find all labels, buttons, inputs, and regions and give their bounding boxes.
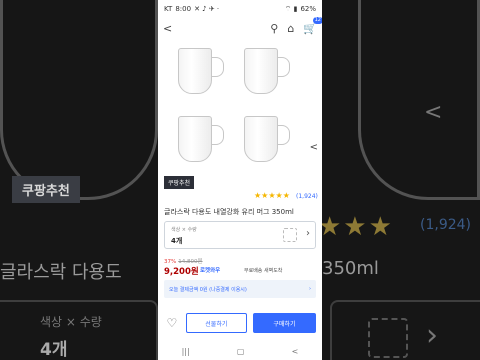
- bg-recommend-badge: 쿠팡추천: [12, 176, 80, 203]
- bg-option-value: 4개: [40, 340, 68, 360]
- recent-apps-icon[interactable]: |||: [182, 347, 190, 356]
- battery-level: 62%: [300, 5, 316, 13]
- phone-screen: KT 8:00 ✕ ♪ ✈ · ⌔ ▮ 62% < ⚲ ⌂ 🛒 12 < 쿠팡추천…: [158, 0, 322, 360]
- share-icon[interactable]: <: [310, 142, 318, 153]
- carrier: KT: [164, 5, 173, 13]
- product-image[interactable]: <: [158, 38, 322, 173]
- rating-count[interactable]: (1,924): [296, 193, 318, 200]
- back-arrow-icon[interactable]: <: [163, 23, 172, 34]
- notification-icons: ✕ ♪ ✈ ·: [194, 5, 220, 13]
- shipping-info: 무료배송 새벽도착: [244, 268, 283, 274]
- sale-price: 9,200원: [164, 267, 199, 277]
- mug-image: [178, 48, 224, 94]
- cart-count-badge: 12: [312, 16, 322, 24]
- bg-option-box: [0, 300, 158, 360]
- bg-product-title-left: 글라스락 다용도: [0, 262, 122, 283]
- option-selector[interactable]: 색상 × 수량 4개 ›: [164, 221, 316, 249]
- bg-option-label: 색상 × 수량: [40, 315, 102, 329]
- pay-later-banner[interactable]: 오늘 결제금액 0원 (나중결제 이용시) ›: [164, 280, 316, 298]
- mug-image: [244, 48, 290, 94]
- search-icon[interactable]: ⚲: [270, 23, 278, 34]
- bg-share-icon: <: [424, 100, 443, 125]
- discount-rate: 37% 14,800원: [164, 257, 203, 265]
- star-rating-icon: ★★★★★: [254, 191, 290, 200]
- system-nav-bar: ||| ▢ <: [158, 342, 322, 360]
- chevron-right-icon: ›: [309, 286, 311, 292]
- heart-icon[interactable]: ♡: [164, 316, 180, 330]
- back-nav-icon[interactable]: <: [292, 347, 299, 356]
- home-nav-icon[interactable]: ▢: [237, 347, 245, 356]
- bg-mug-image-left: [0, 0, 158, 200]
- gift-button[interactable]: 선물하기: [185, 313, 247, 333]
- home-icon[interactable]: ⌂: [287, 23, 294, 34]
- pay-later-text: 오늘 결제금액 0원 (나중결제 이용시): [169, 286, 247, 293]
- rocket-wow-badge: 로켓와우: [200, 268, 221, 274]
- option-thumbnail: [283, 228, 297, 242]
- chevron-right-icon: ›: [306, 228, 310, 239]
- bg-mug-image-right: [358, 0, 480, 200]
- status-bar: KT 8:00 ✕ ♪ ✈ · ⌔ ▮ 62%: [158, 0, 322, 18]
- product-title: 글라스락 다용도 내열강화 유리 머그 350ml: [164, 208, 294, 216]
- bg-chevron-right-icon: ›: [426, 318, 438, 353]
- bg-product-title-right: 350ml: [322, 258, 379, 279]
- option-value: 4개: [171, 237, 183, 245]
- buy-button[interactable]: 구매하기: [252, 313, 316, 333]
- cart-icon[interactable]: 🛒 12: [303, 16, 322, 34]
- bg-star-rating-icon: ★★★: [318, 212, 394, 242]
- option-label: 색상 × 수량: [171, 227, 197, 233]
- mug-image: [244, 116, 290, 162]
- bg-option-thumbnail: [368, 318, 408, 358]
- bg-rating-count: (1,924): [420, 217, 472, 233]
- clock: 8:00: [175, 5, 192, 13]
- mug-image: [178, 116, 224, 162]
- top-app-bar: < ⚲ ⌂ 🛒 12: [158, 16, 322, 38]
- wifi-signal-icon: ⌔ ▮: [284, 4, 298, 13]
- purchase-action-bar: ♡ 선물하기 구매하기: [158, 310, 322, 336]
- recommend-badge: 쿠팡추천: [164, 176, 195, 189]
